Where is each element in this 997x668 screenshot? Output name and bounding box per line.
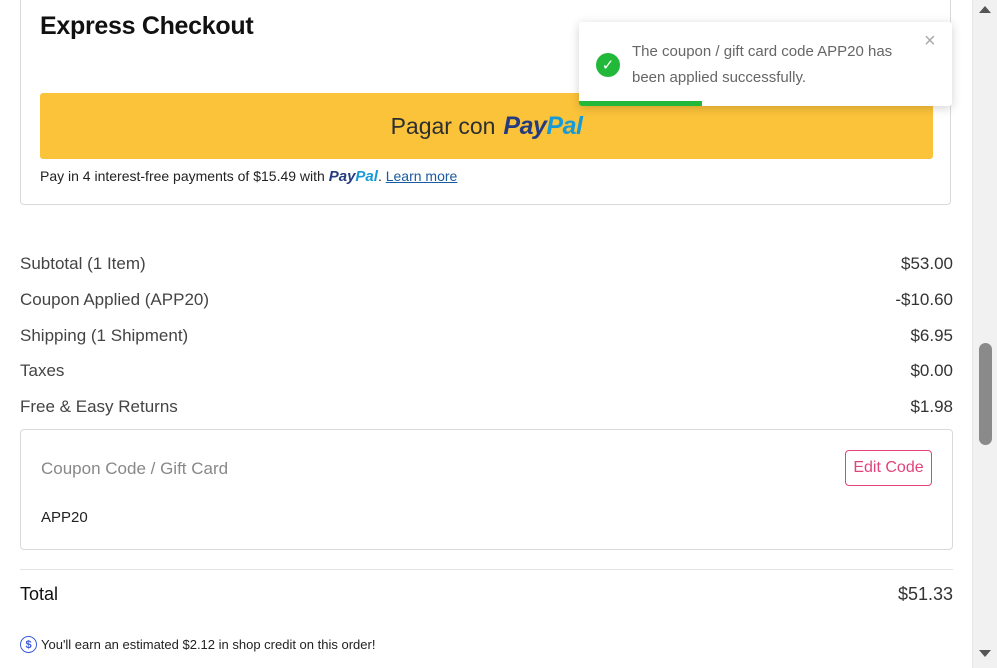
toast-message: The coupon / gift card code APP20 has be… <box>632 43 893 86</box>
close-icon[interactable]: × <box>924 30 936 53</box>
dollar-circle-icon: $ <box>20 636 37 653</box>
summary-row-shipping: Shipping (1 Shipment) $6.95 <box>20 326 953 346</box>
total-value: $51.33 <box>897 584 953 604</box>
summary-value: $53.00 <box>901 254 953 273</box>
summary-label: Taxes <box>20 361 65 380</box>
shop-credit-message: $ You'll earn an estimated $2.12 in shop… <box>20 636 375 653</box>
summary-row-taxes: Taxes $0.00 <box>20 361 953 381</box>
summary-row-coupon: Coupon Applied (APP20) -$10.60 <box>20 290 953 310</box>
summary-value: $1.98 <box>910 397 953 416</box>
toast-progress-bar <box>579 101 703 106</box>
pay-in-4-text: Pay in 4 interest-free payments of $15.4… <box>40 168 325 184</box>
summary-label: Shipping (1 Shipment) <box>20 326 189 345</box>
scroll-up-arrow-icon[interactable] <box>979 6 991 13</box>
summary-row-subtotal: Subtotal (1 Item) $53.00 <box>20 254 953 274</box>
coupon-label: Coupon Code / Gift Card <box>41 459 229 478</box>
summary-value: -$10.60 <box>895 290 953 309</box>
express-checkout-title: Express Checkout <box>40 12 254 40</box>
edit-code-button[interactable]: Edit Code <box>845 450 932 486</box>
paypal-small-logo: PayPal <box>328 168 378 185</box>
summary-label: Subtotal (1 Item) <box>20 254 146 273</box>
paypal-logo: PayPal <box>503 111 583 140</box>
scroll-down-arrow-icon[interactable] <box>979 650 991 657</box>
shop-credit-text: You'll earn an estimated $2.12 in shop c… <box>41 637 376 652</box>
summary-value: $0.00 <box>910 361 953 380</box>
check-circle-icon: ✓ <box>596 53 620 77</box>
summary-value: $6.95 <box>910 326 953 345</box>
coupon-success-toast: ✓ The coupon / gift card code APP20 has … <box>579 22 952 106</box>
pay-in-4-message: Pay in 4 interest-free payments of $15.4… <box>40 168 458 185</box>
summary-row-returns: Free & Easy Returns $1.98 <box>20 397 953 417</box>
scrollbar-thumb[interactable] <box>979 343 992 445</box>
total-label: Total <box>20 584 59 604</box>
coupon-box: Coupon Code / Gift Card APP20 Edit Code <box>20 429 953 550</box>
learn-more-link[interactable]: Learn more <box>386 168 458 184</box>
checkout-panel: Express Checkout Pagar con PayPal Pay in… <box>0 0 972 668</box>
applied-coupon-code: APP20 <box>41 509 88 526</box>
summary-label: Free & Easy Returns <box>20 397 178 416</box>
paypal-button-prefix: Pagar con <box>390 112 496 139</box>
total-divider <box>20 569 953 570</box>
summary-label: Coupon Applied (APP20) <box>20 290 210 309</box>
vertical-scrollbar[interactable] <box>972 0 997 668</box>
total-row: Total $51.33 <box>20 584 953 605</box>
